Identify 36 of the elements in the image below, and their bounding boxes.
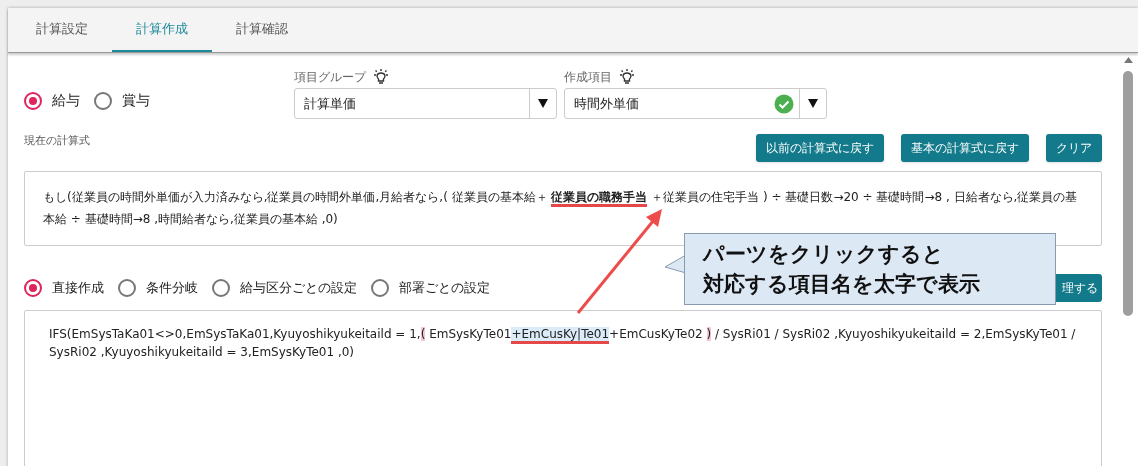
formula-text: もし(従業員の時間外単価が入力済みなら,従業員の時間外単価,月給者なら,( 従業員の基本給＋ 従業員の職務手当 ＋従業員の住宅手当 ) ÷ 基礎日数→20 ÷ 基礎時間→8 , 日給者なら,従業員の基本給 ÷ 基礎時間→8 ,時間給者なら,従業員の基本給 ,0) xyxy=(43,189,1079,228)
radio-label: 賞与 xyxy=(122,91,150,110)
radio-label: 給与区分ごとの設定 xyxy=(240,279,357,298)
radio-button[interactable] xyxy=(371,279,389,297)
tab[interactable]: 計算設定 xyxy=(12,8,112,52)
check-icon xyxy=(774,93,794,114)
radio-button[interactable] xyxy=(24,91,42,110)
dropdown-select[interactable]: 時間外単価 xyxy=(564,88,827,119)
dropdown-arrow-icon[interactable] xyxy=(808,99,818,108)
action-button[interactable]: 以前の計算式に戻す xyxy=(756,134,884,162)
dropdown-select[interactable]: 計算単価 xyxy=(294,88,557,119)
scroll-up-icon[interactable] xyxy=(1123,57,1133,63)
radio-button[interactable] xyxy=(24,279,42,297)
radio-label: 部署ごとの設定 xyxy=(399,279,490,298)
field-label: 作成項目 xyxy=(564,69,612,86)
radio-button[interactable] xyxy=(118,279,136,297)
callout-text: パーツをクリックすると xyxy=(703,241,945,268)
radio-label: 条件分岐 xyxy=(146,279,198,298)
radio-label: 給与 xyxy=(52,91,80,110)
action-button[interactable]: 基本の計算式に戻す xyxy=(901,134,1029,162)
section-label: 現在の計算式 xyxy=(24,133,91,149)
radio-label: 直接作成 xyxy=(52,279,104,298)
radio-button[interactable] xyxy=(94,91,112,110)
lightbulb-icon xyxy=(372,68,390,86)
callout-text: 対応する項目名を太字で表示 xyxy=(703,271,981,298)
select-value: 時間外単価 xyxy=(573,94,640,113)
dropdown-arrow-icon[interactable] xyxy=(538,99,548,108)
lightbulb-icon xyxy=(618,68,636,86)
code-editor[interactable] xyxy=(24,310,1102,466)
radio-button[interactable] xyxy=(212,279,230,297)
field-label: 項目グループ xyxy=(294,69,366,86)
select-value: 計算単価 xyxy=(303,94,357,113)
tab[interactable]: 計算確認 xyxy=(212,8,312,52)
tab[interactable]: 計算作成 xyxy=(112,8,212,52)
code-text: IFS(EmSysTaKa01<>0,EmSysTaKa01,Kyuyoshikyukeitaild = 1,( EmSysKyTe01+EmCusKy|Te01+EmCusKyTe02 ) / SysRi01 / SysRi02 ,Kyuyoshikyukeitaild = 2,EmSysKyTe01 / SysRi02 ,Kyuyoshikyukeitaild = 3,EmSysKyTe01 ,0) xyxy=(49,326,1077,361)
action-button[interactable]: クリア xyxy=(1046,134,1102,162)
